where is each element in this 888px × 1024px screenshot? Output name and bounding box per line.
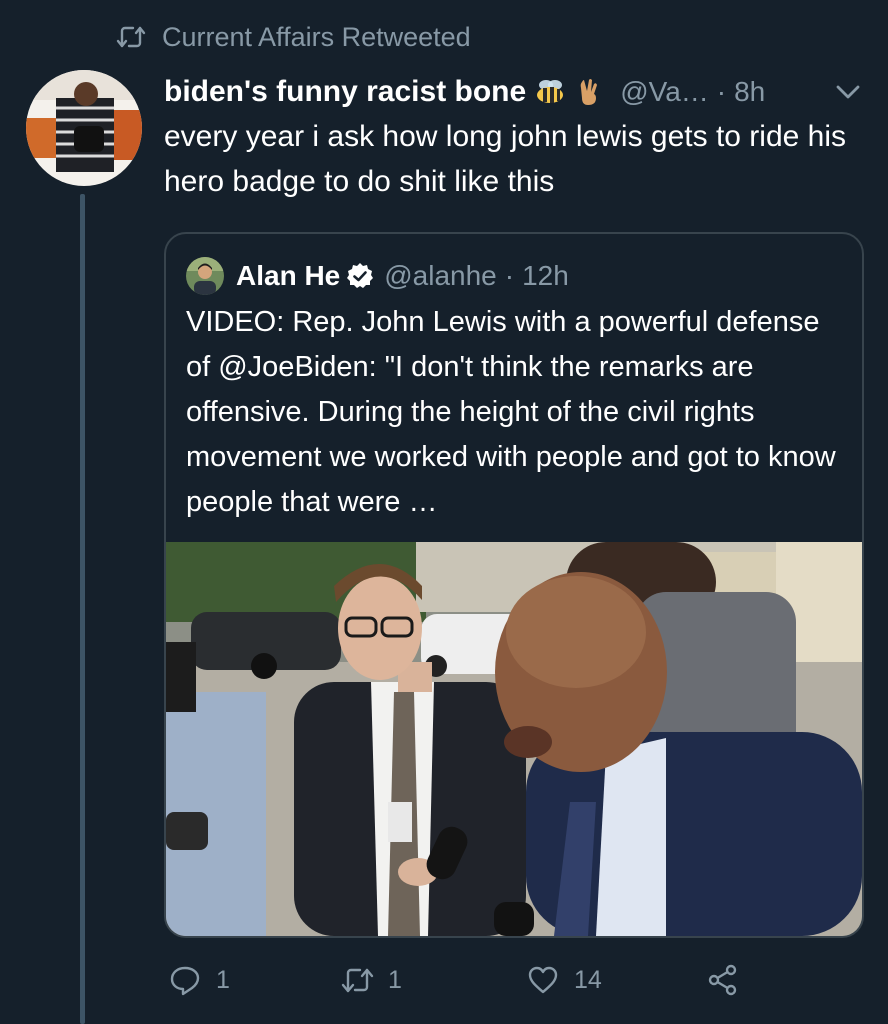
like-count: 14	[574, 965, 602, 994]
quoted-header-separator: ·	[504, 260, 515, 291]
chevron-down-icon[interactable]	[834, 80, 862, 104]
avatar-image	[26, 70, 142, 186]
share-icon	[708, 964, 737, 996]
retweet-icon	[341, 968, 374, 993]
share-button[interactable]	[706, 955, 740, 1005]
reply-count: 1	[216, 965, 230, 994]
quoted-author-avatar	[186, 257, 224, 295]
quoted-tweet-header: Alan He @alanhe · 12h	[186, 254, 569, 298]
author-avatar[interactable]	[26, 70, 142, 186]
like-button[interactable]: 14	[526, 955, 602, 1005]
retweet-context-label: Current Affairs Retweeted	[162, 21, 471, 52]
bee-emoji-icon	[537, 80, 564, 103]
header-separator: ·	[716, 76, 727, 107]
tweet-actions: 1 1 14	[0, 955, 888, 1005]
tweet-time[interactable]: 8h	[734, 76, 765, 108]
author-display-name[interactable]: biden's funny racist bone	[164, 75, 526, 109]
retweet-count: 1	[388, 965, 402, 994]
video-frame-image	[166, 542, 862, 936]
thread-line	[80, 194, 85, 1024]
heart-icon	[528, 966, 558, 994]
reply-icon	[170, 966, 200, 996]
tweet-text: every year i ask how long john lewis get…	[164, 120, 847, 198]
victory-hand-icon	[580, 79, 598, 105]
quoted-video-thumbnail[interactable]	[166, 542, 862, 936]
tweet-header: biden's funny racist bone @Va… · 8h	[164, 70, 765, 114]
retweet-icon	[116, 26, 146, 48]
quoted-tweet-text: VIDEO: Rep. John Lewis with a powerful d…	[186, 306, 836, 518]
quoted-tweet-card[interactable]: Alan He @alanhe · 12h VIDEO: Rep. John L…	[164, 232, 864, 938]
quoted-tweet-time: 12h	[522, 260, 569, 291]
retweet-button[interactable]: 1	[340, 955, 402, 1005]
verified-badge-icon	[347, 263, 374, 288]
quoted-author-display-name: Alan He	[236, 260, 341, 291]
quoted-avatar-image	[186, 257, 224, 295]
author-handle[interactable]: @Va…	[620, 76, 709, 108]
quoted-author-handle: @alanhe	[384, 260, 497, 291]
retweet-context[interactable]: Current Affairs Retweeted	[116, 18, 471, 56]
reply-button[interactable]: 1	[168, 955, 230, 1005]
